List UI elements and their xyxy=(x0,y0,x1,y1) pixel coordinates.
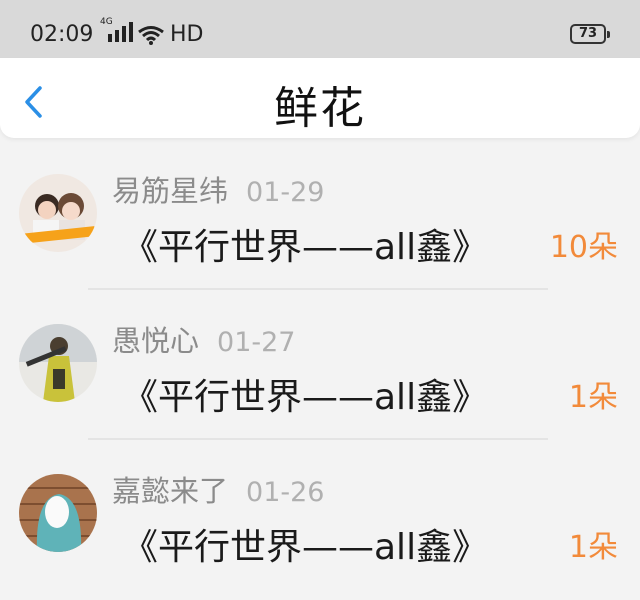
date: 01-26 xyxy=(246,477,325,508)
avatar[interactable] xyxy=(19,324,97,402)
status-time: 02:09 xyxy=(30,22,94,47)
username-text: 愚悦心 xyxy=(112,324,200,358)
work-title[interactable]: 《平行世界——all鑫》 xyxy=(122,518,488,570)
wifi-icon xyxy=(138,26,164,45)
navigation-bar: 鲜花 xyxy=(0,58,640,138)
username-text: 嘉懿来了 xyxy=(112,474,229,508)
list-item[interactable]: 嘉懿来了 01-26 《平行世界——all鑫》 1朵 xyxy=(0,450,640,600)
hd-indicator: HD xyxy=(170,22,204,47)
date: 01-27 xyxy=(217,327,296,358)
username-text: 易筋星纬 xyxy=(112,174,229,208)
avatar[interactable] xyxy=(19,174,97,252)
flower-count: 1朵 xyxy=(568,530,618,565)
flower-list: 易筋星纬 01-29 《平行世界——all鑫》 10朵 愚悦心 01-27 《平行世… xyxy=(0,150,640,600)
status-bar: 02:09 4G HD 73 xyxy=(0,0,640,58)
avatar[interactable] xyxy=(19,474,97,552)
work-title[interactable]: 《平行世界——all鑫》 xyxy=(122,368,488,420)
divider xyxy=(88,288,548,290)
work-title[interactable]: 《平行世界——all鑫》 xyxy=(122,218,488,270)
battery-icon: 73 xyxy=(570,24,610,44)
username: 嘉懿来了 01-26 xyxy=(112,468,324,510)
username: 易筋星纬 01-29 xyxy=(112,168,324,210)
list-item[interactable]: 愚悦心 01-27 《平行世界——all鑫》 1朵 xyxy=(0,300,640,450)
battery-level: 73 xyxy=(578,26,598,41)
divider xyxy=(88,438,548,440)
page-title: 鲜花 xyxy=(274,83,366,134)
list-item[interactable]: 易筋星纬 01-29 《平行世界——all鑫》 10朵 xyxy=(0,150,640,300)
flower-count: 1朵 xyxy=(568,380,618,415)
date: 01-29 xyxy=(246,177,325,208)
flower-count: 10朵 xyxy=(549,230,618,265)
username: 愚悦心 01-27 xyxy=(112,318,295,360)
